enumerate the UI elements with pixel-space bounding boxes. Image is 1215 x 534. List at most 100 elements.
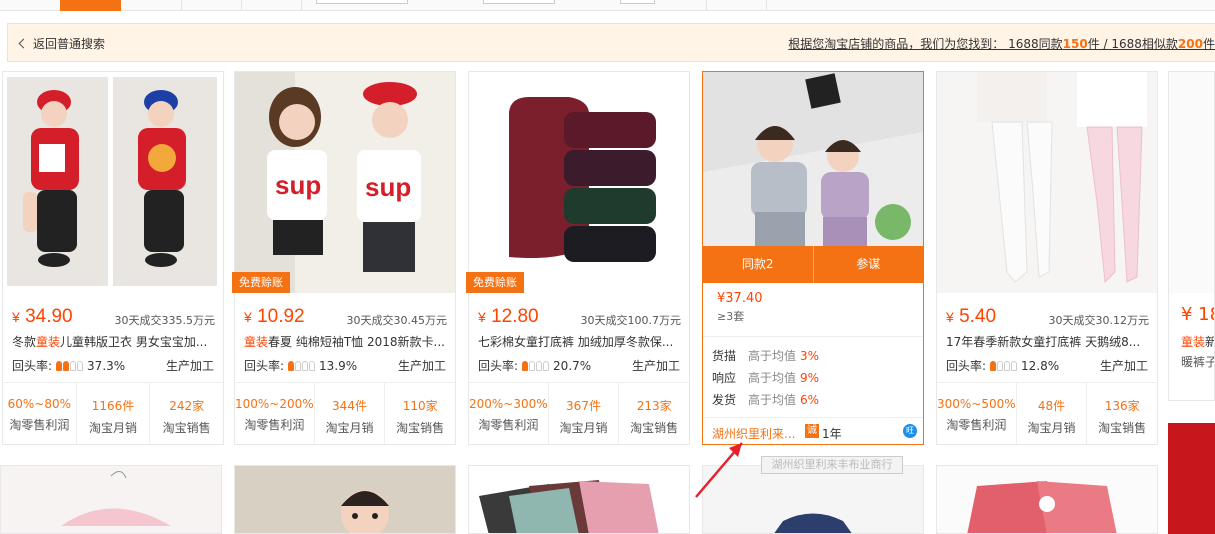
repeat-rate-people-icon — [990, 360, 1018, 371]
repeat-rate: 回头率: 20.7% — [478, 358, 592, 374]
score-row: 响应 高于均值 9% — [712, 371, 820, 385]
profit-value: 100%~200% — [235, 397, 314, 411]
monthly-sales-label: 淘宝月销 — [89, 421, 138, 435]
product-card[interactable]: sup sup 免费赊账 ¥ 10.92 30天成交30.45万元 童装春夏 纯… — [232, 71, 456, 445]
sort-tab-active[interactable] — [60, 0, 121, 11]
factory-label: 生产加工 — [165, 359, 214, 373]
same-count: 150 — [1062, 37, 1088, 51]
back-label: 返回普通搜索 — [33, 37, 106, 51]
product-price: ¥ 5.40 — [946, 306, 997, 327]
product-card-row2[interactable] — [0, 465, 222, 534]
profit-label: 淘零售利润 — [9, 418, 70, 432]
product-card-partial[interactable]: ¥ 18 童装新 暖裤子 — [1168, 71, 1215, 401]
product-stats: 300%~500% 淘零售利润 48件淘宝月销 136家淘宝销售 — [937, 382, 1157, 444]
sellers-value: 136家 — [1104, 399, 1140, 413]
product-stats: 200%~300% 淘零售利润 367件 淘宝月销 213家 淘宝销售 — [469, 382, 689, 444]
found-suffix: 件 — [1202, 37, 1215, 51]
product-title[interactable]: 七彩棉女童打底裤 加绒加厚冬款保... — [478, 333, 682, 350]
repeat-rate: 回头率: 13.9% — [244, 358, 358, 374]
repeat-rate-people-icon — [56, 360, 84, 371]
product-title[interactable]: 童装新 — [1181, 333, 1214, 350]
credit-badge: 免费赊账 — [466, 272, 524, 293]
similar-count: 200 — [1177, 37, 1203, 51]
product-card-partial[interactable] — [1168, 423, 1215, 534]
tab-divider — [181, 0, 182, 11]
score-row: 货描 高于均值 3% — [712, 349, 820, 363]
sales-30d: 30天成交335.5万元 — [114, 314, 216, 327]
product-title[interactable]: 17年春季新款女童打底裤 天鹅绒8... — [946, 333, 1150, 350]
sellers-label: 淘宝销售 — [1098, 421, 1147, 435]
back-to-search-link[interactable]: 返回普通搜索 — [18, 35, 106, 52]
product-card-row2[interactable] — [468, 465, 690, 534]
monthly-sales-value: 1166件 — [91, 399, 135, 413]
sellers-label: 淘宝销售 — [162, 421, 211, 435]
sales-30d: 30天成交30.12万元 — [1048, 314, 1150, 327]
profit-label: 淘零售利润 — [946, 418, 1007, 432]
product-image[interactable] — [1169, 72, 1214, 293]
product-image[interactable] — [469, 72, 689, 293]
credit-badge: 免费赊账 — [232, 272, 290, 293]
shop-name-tooltip: 湖州织里利来丰布业商行 — [761, 456, 903, 474]
product-card-row2[interactable] — [936, 465, 1158, 534]
product-stats: 100%~200% 淘零售利润 344件 淘宝月销 110家 淘宝销售 — [235, 382, 455, 444]
shop-years: 1年 — [822, 427, 842, 441]
profit-label: 淘零售利润 — [244, 418, 305, 432]
product-image[interactable] — [937, 72, 1157, 293]
repeat-rate-people-icon — [522, 360, 550, 371]
monthly-sales-label: 淘宝月销 — [1027, 421, 1076, 435]
chengxin-icon: 诚 — [805, 424, 819, 438]
chevron-left-icon — [18, 38, 29, 49]
svg-text:sup: sup — [275, 170, 321, 200]
profit-value: 300%~500% — [937, 397, 1016, 411]
tab-divider — [706, 0, 707, 11]
product-image[interactable] — [703, 72, 923, 246]
product-price: ¥ 18 — [1181, 304, 1214, 325]
sellers-value: 110家 — [402, 399, 438, 413]
product-price: ¥ 10.92 — [244, 306, 305, 327]
score-row: 发货 高于均值 6% — [712, 393, 820, 407]
price-range-input[interactable] — [316, 0, 408, 4]
product-image[interactable] — [3, 72, 223, 293]
sellers-label: 淘宝销售 — [630, 421, 679, 435]
product-price: ¥ 12.80 — [478, 306, 539, 327]
product-subtitle: 暖裤子 — [1181, 355, 1215, 369]
sales-30d: 30天成交100.7万元 — [580, 314, 682, 327]
product-card[interactable]: 免费赊账 ¥ 12.80 30天成交100.7万元 七彩棉女童打底裤 加绒加厚冬… — [466, 71, 690, 445]
product-price: ¥ 34.90 — [12, 306, 73, 327]
wangwang-chat-icon[interactable]: 旺 — [903, 424, 917, 438]
sellers-value: 213家 — [636, 399, 672, 413]
product-card-hovered[interactable]: 同款2 参谋 ¥37.40 ≥3套 货描 高于均值 3% 响应 高于均值 9% 发货 高于… — [702, 71, 924, 445]
product-card-row2[interactable] — [234, 465, 456, 534]
factory-label: 生产加工 — [397, 359, 446, 373]
product-title[interactable]: 童装春夏 纯棉短袖T恤 2018新款卡... — [244, 333, 448, 350]
profit-value: 200%~300% — [469, 397, 548, 411]
hover-action-bar: 同款2 参谋 — [703, 246, 923, 283]
repeat-rate-people-icon — [288, 360, 316, 371]
tab-divider — [241, 0, 242, 11]
product-stats: 60%~80% 淘零售利润 1166件淘宝月销 242家淘宝销售 — [3, 382, 223, 444]
same-style-button[interactable]: 同款2 — [703, 246, 814, 283]
factory-label: 生产加工 — [1099, 359, 1148, 373]
profit-label: 淘零售利润 — [478, 418, 539, 432]
product-card[interactable]: ¥ 5.40 30天成交30.12万元 17年春季新款女童打底裤 天鹅绒8...… — [936, 71, 1158, 445]
annotation-arrow-icon — [695, 442, 743, 498]
sellers-label: 淘宝销售 — [396, 421, 445, 435]
monthly-sales-label: 淘宝月销 — [559, 421, 608, 435]
repeat-rate: 回头率: 12.8% — [946, 358, 1060, 374]
product-title[interactable]: 冬款童装儿童韩版卫衣 男女宝宝加... — [12, 333, 216, 350]
wholesale-price: ¥37.40 — [717, 291, 763, 306]
product-image[interactable]: sup sup — [235, 72, 455, 293]
tab-divider — [301, 0, 302, 11]
filter-box[interactable] — [620, 0, 655, 4]
min-order-qty: ≥3套 — [717, 310, 745, 323]
monthly-sales-value: 48件 — [1037, 399, 1066, 413]
profit-value: 60%~80% — [7, 397, 72, 411]
divider — [703, 336, 923, 337]
page-jump-box[interactable] — [483, 0, 555, 4]
found-mid: 件 / 1688相似款 — [1087, 37, 1178, 51]
found-summary[interactable]: 根据您淘宝店铺的商品，我们为您找到： 1688同款150件 / 1688相似款2… — [788, 35, 1215, 52]
product-card[interactable]: ¥ 34.90 30天成交335.5万元 冬款童装儿童韩版卫衣 男女宝宝加...… — [2, 71, 224, 445]
monthly-sales-label: 淘宝月销 — [325, 421, 374, 435]
sellers-value: 242家 — [169, 399, 205, 413]
advisor-button[interactable]: 参谋 — [814, 246, 924, 283]
